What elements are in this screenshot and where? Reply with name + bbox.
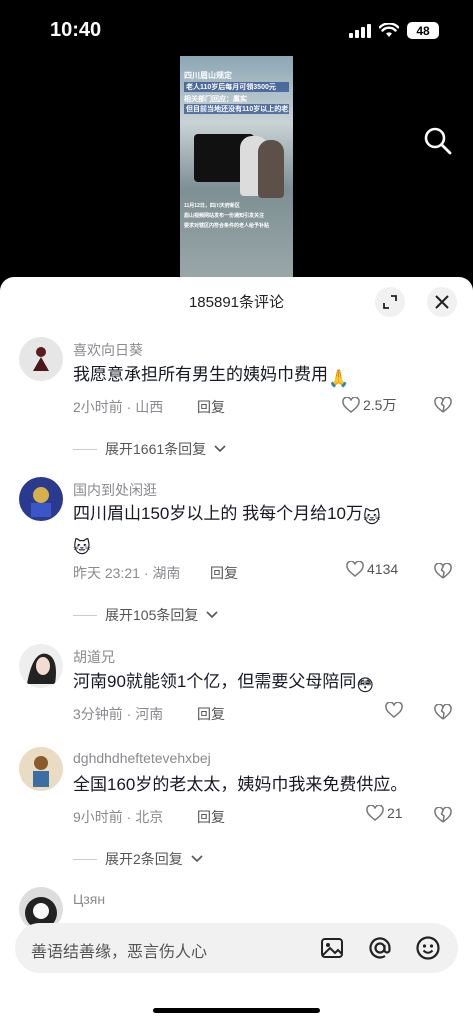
video-caption-line: 老人110岁后每月可领3500元 [184, 82, 289, 92]
video-caption-line: 相关部门回应：属实 [184, 96, 247, 103]
search-icon[interactable] [423, 126, 453, 156]
comment-text: 全国160岁的老太太，姨妈巾我来免费供应。 [73, 775, 408, 794]
comment-username[interactable]: 喜欢向日葵 [73, 340, 143, 360]
mention-icon[interactable] [367, 935, 393, 961]
broken-heart-icon[interactable] [434, 397, 452, 413]
like-count: 4134 [367, 561, 399, 577]
broken-heart-icon[interactable] [434, 704, 452, 720]
comment-meta: 3分钟前 · 河南 [73, 706, 164, 722]
comment-meta: 2小时前 · 山西 [73, 399, 164, 415]
close-button[interactable] [427, 287, 457, 317]
reply-button[interactable]: 回复 [197, 807, 225, 827]
reply-button[interactable]: 回复 [197, 704, 225, 724]
comment-username[interactable]: 国内到处闲逛 [73, 480, 157, 500]
like-count: 2.5万 [363, 397, 397, 413]
chevron-down-icon [191, 855, 203, 863]
comment-username[interactable]: dghdhdheftetevehxbej [73, 750, 211, 766]
person-image [258, 140, 284, 198]
comment-emoji: 🙏 [328, 369, 350, 388]
heart-icon [385, 702, 403, 718]
video-caption-line: 但目前当地还没有110岁以上的老人 [184, 104, 289, 114]
reply-button[interactable]: 回复 [210, 563, 238, 583]
comment-text: 河南90就能领1个亿，但需要父母陪同😳 [73, 669, 433, 699]
expand-replies-button[interactable]: 展开2条回复 [73, 849, 203, 869]
comment-username[interactable]: Цзян [73, 891, 105, 907]
comment-text: 我愿意承担所有男生的姨妈巾费用🙏 [73, 362, 433, 392]
status-icons: 48 [349, 22, 439, 39]
status-time: 10:40 [50, 19, 102, 41]
signal-icon [349, 23, 371, 38]
divider [73, 858, 97, 860]
like-button[interactable]: 2.5万 [342, 395, 396, 415]
heart-icon [346, 561, 364, 577]
reply-button[interactable]: 回复 [197, 397, 225, 417]
divider [73, 448, 97, 450]
expand-replies-button[interactable]: 展开105条回复 [73, 605, 218, 625]
close-icon [435, 295, 449, 309]
heart-icon [342, 397, 360, 413]
image-icon[interactable] [319, 935, 345, 961]
expand-replies-button[interactable]: 展开1661条回复 [73, 439, 226, 459]
comment-username[interactable]: 胡道兄 [73, 647, 115, 667]
like-count: 21 [387, 805, 403, 821]
expand-replies-label: 展开1661条回复 [105, 441, 207, 457]
comment-meta: 9小时前 · 北京 [73, 809, 164, 825]
chevron-down-icon [214, 445, 226, 453]
emoji-icon[interactable] [415, 935, 441, 961]
heart-icon [366, 805, 384, 821]
status-bar: 10:40 48 [0, 0, 473, 60]
video-subcaption-line: 眉山视频网站发布一份通知引发关注 [184, 213, 265, 219]
broken-heart-icon[interactable] [434, 807, 452, 823]
comment-emoji: 😳 [356, 676, 375, 695]
like-button[interactable]: 21 [366, 805, 403, 821]
battery-icon: 48 [407, 22, 439, 39]
comment-input[interactable]: 善语结善缘，恶言伤人心 [15, 923, 458, 973]
avatar[interactable] [19, 747, 63, 791]
fullscreen-button[interactable] [375, 287, 405, 317]
wifi-icon [379, 23, 399, 37]
comments-sheet: 185891条评论 喜欢向日葵 我愿意承担所有男生的姨妈巾费用🙏 2小时前 · … [0, 277, 473, 1024]
video-caption-line: 四川眉山规定 [184, 71, 232, 80]
video-subcaption-line: 11月12日，四川天府新区 [184, 203, 240, 209]
video-area[interactable]: 四川眉山规定 老人110岁后每月可领3500元 相关部门回应：属实 但目前当地还… [0, 56, 473, 281]
video-thumbnail[interactable]: 四川眉山规定 老人110岁后每月可领3500元 相关部门回应：属实 但目前当地还… [180, 56, 293, 278]
avatar[interactable] [19, 337, 63, 381]
comment-emoji: 🐱 [363, 508, 381, 527]
divider [73, 614, 97, 616]
home-indicator[interactable] [153, 1008, 320, 1013]
expand-replies-label: 展开2条回复 [105, 851, 183, 867]
expand-icon [383, 295, 397, 309]
avatar[interactable] [19, 477, 63, 521]
avatar[interactable] [19, 644, 63, 688]
comment-meta: 昨天 23:21 · 湖南 [73, 565, 181, 581]
expand-replies-label: 展开105条回复 [105, 607, 199, 623]
like-button[interactable]: 4134 [346, 561, 398, 577]
chevron-down-icon [206, 611, 218, 619]
comment-text: 四川眉山150岁以上的 我每个月给10万🐱 🐱 [73, 501, 433, 561]
video-subcaption-line: 要求对辖区内符合条件的老人给予补贴 [184, 223, 270, 229]
comment-input-placeholder: 善语结善缘，恶言伤人心 [31, 944, 208, 961]
comment-emoji: 🐱 [73, 538, 91, 557]
like-button[interactable] [385, 702, 403, 718]
broken-heart-icon[interactable] [434, 563, 452, 579]
